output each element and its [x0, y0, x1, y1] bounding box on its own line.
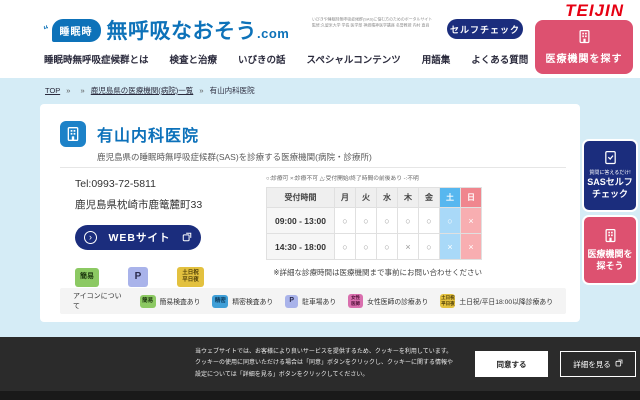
nav-item-tests-treatment[interactable]: 検査と治療 — [170, 52, 218, 66]
breadcrumb-separator: » — [81, 86, 85, 95]
schedule-cell-sunday: × — [461, 234, 482, 260]
schedule-col-header: 水 — [377, 188, 398, 208]
nav-item-glossary[interactable]: 用語集 — [422, 52, 451, 66]
main-nav: 睡眠時無呼吸症候群とは 検査と治療 いびきの話 スペシャルコンテンツ 用語集 よ… — [44, 52, 528, 66]
weekend-badge: 土日祝 平日夜 — [177, 267, 204, 287]
schedule-col-header: 受付時間 — [267, 188, 335, 208]
schedule-cell: ○ — [377, 208, 398, 234]
breadcrumb-top[interactable]: TOP — [45, 86, 60, 95]
female-doctor-badge: 女性 医師 — [348, 294, 363, 308]
detailed-test-badge: 精密 — [212, 295, 228, 308]
schedule-col-header: 月 — [335, 188, 356, 208]
clinic-info-column: Tel:0993-72-5811 鹿児島県枕崎市鹿篭麓町33 › WEBサイト … — [60, 174, 266, 287]
schedule-note: ※詳細な診療時間は医療機関まで事前にお問い合わせください — [266, 267, 482, 278]
logo-badge: 睡眠時 — [52, 19, 101, 42]
parking-badge: P — [128, 267, 148, 287]
schedule-table: 受付時間 月 火 水 木 金 土 日 09:00 - 13:00 ○ ○ ○ ○… — [266, 187, 482, 260]
icon-legend-item: 簡易 簡易検査あり — [140, 295, 201, 308]
schedule-col-header: 金 — [419, 188, 440, 208]
breadcrumb-separator: » — [199, 86, 203, 95]
nav-item-special-contents[interactable]: スペシャルコンテンツ — [307, 52, 401, 66]
hospital-icon — [603, 228, 618, 246]
clinic-card-head: 有山内科医院 — [60, 121, 199, 147]
schedule-cell: ○ — [377, 234, 398, 260]
schedule-cell: ○ — [419, 234, 440, 260]
hospital-icon — [577, 29, 592, 47]
website-button-label: WEBサイト — [97, 230, 182, 245]
teijin-logo: TEIJIN — [565, 1, 624, 21]
weekend-badge: 土日祝 平日夜 — [440, 294, 455, 308]
schedule-cell-saturday: ○ — [440, 208, 461, 234]
schedule-cell-sunday: × — [461, 208, 482, 234]
external-link-icon — [182, 230, 192, 245]
cookie-agree-button[interactable]: 同意する — [475, 351, 548, 377]
icon-legend-bar: アイコンについて 簡易 簡易検査あり 精密 精密検査あり P 駐車場あり 女性 … — [60, 288, 566, 314]
schedule-cell: ○ — [398, 208, 419, 234]
icon-legend-item: P 駐車場あり — [285, 295, 336, 308]
cookie-details-button[interactable]: 詳細を見る — [560, 351, 636, 377]
schedule-legend: ○:診療可 ×:診療不可 △:受付開始/終了時間の前後あり -:不明 — [266, 174, 482, 182]
schedule-col-header-sunday: 日 — [461, 188, 482, 208]
schedule-cell: ○ — [335, 208, 356, 234]
checklist-icon — [603, 150, 618, 168]
icon-legend-title: アイコンについて — [73, 291, 128, 311]
schedule-cell: ○ — [356, 234, 377, 260]
site-logo[interactable]: “ 睡眠時 無呼吸なおそう.com — [44, 15, 289, 45]
tagline-line2: 監修:久留米大学 学長 医学部 神経精神医学講座 名誉教授 内村 直尚 — [312, 23, 446, 29]
logo-sparkle-icon: “ — [42, 23, 51, 36]
parking-badge: P — [285, 295, 298, 308]
cookie-actions: 同意する 詳細を見る — [475, 351, 636, 377]
chevron-right-icon: › — [84, 231, 97, 244]
schedule-cell-saturday: × — [440, 234, 461, 260]
nav-item-snoring[interactable]: いびきの話 — [238, 52, 286, 66]
simple-test-badge: 簡易 — [140, 295, 156, 308]
schedule-cell: ○ — [356, 208, 377, 234]
breadcrumb: TOP » » 鹿児島県の医療機関(病院)一覧 » 有山内科医院 — [45, 85, 255, 96]
floating-find-medical-button[interactable]: 医療機関を探そう — [582, 215, 638, 285]
floating-sas-selfcheck-button[interactable]: 質問に答えるだけ! SASセルフチェック — [582, 139, 638, 212]
nav-item-about-sas[interactable]: 睡眠時無呼吸症候群とは — [44, 52, 149, 66]
selfcheck-button[interactable]: セルフチェック — [447, 19, 523, 39]
schedule-cell: ○ — [419, 208, 440, 234]
clinic-address: 鹿児島県枕崎市鹿篭麓町33 — [75, 197, 266, 212]
schedule-column: ○:診療可 ×:診療不可 △:受付開始/終了時間の前後あり -:不明 受付時間 … — [266, 174, 566, 287]
selfcheck-small-text: 質問に答えるだけ! — [589, 169, 630, 176]
cookie-text: 当ウェブサイトでは、お客様により良いサービスを提供するため、クッキーを利用してい… — [195, 347, 453, 381]
divider — [60, 167, 566, 168]
clinic-tel: Tel:0993-72-5811 — [75, 178, 266, 190]
schedule-col-header: 木 — [398, 188, 419, 208]
icon-legend-item: 精密 精密検査あり — [212, 295, 273, 308]
schedule-col-header: 火 — [356, 188, 377, 208]
selfcheck-label: SASセルフチェック — [584, 177, 636, 200]
clinic-card: 有山内科医院 鹿児島県の睡眠時無呼吸症候群(SAS)を診療する医療機関(病院・診… — [40, 104, 580, 322]
find-medical-label: 医療機関を探そう — [584, 249, 636, 272]
schedule-cell: ○ — [335, 234, 356, 260]
clinic-name: 有山内科医院 — [97, 122, 199, 146]
nav-item-faq[interactable]: よくある質問 — [471, 52, 528, 66]
breadcrumb-current: 有山内科医院 — [210, 86, 255, 95]
cookie-banner: 当ウェブサイトでは、お客様により良いサービスを提供するため、クッキーを利用してい… — [0, 337, 640, 400]
clinic-feature-badges: 簡易 P 土日祝 平日夜 — [75, 267, 266, 287]
page: “ 睡眠時 無呼吸なおそう.com いびきや睡眠時無呼吸症候群(SAS)に悩む方… — [0, 0, 640, 400]
schedule-cell: × — [398, 234, 419, 260]
clinic-building-icon — [60, 121, 86, 147]
find-medical-button[interactable]: 医療機関を探す — [535, 20, 633, 74]
breadcrumb-prefecture-list[interactable]: 鹿児島県の医療機関(病院)一覧 — [91, 86, 194, 95]
icon-legend-item: 女性 医師 女性医師の診療あり — [348, 294, 428, 308]
site-header: “ 睡眠時 無呼吸なおそう.com いびきや睡眠時無呼吸症候群(SAS)に悩む方… — [0, 0, 640, 78]
logo-text: 無呼吸なおそう.com — [107, 15, 290, 45]
icon-legend-item: 土日祝 平日夜 土日祝/平日18:00以降診療あり — [440, 294, 553, 308]
external-link-icon — [615, 359, 623, 369]
site-tagline: いびきや睡眠時無呼吸症候群(SAS)に悩む方のためのポータルサイト 監修:久留米… — [312, 17, 446, 29]
find-medical-label: 医療機関を探す — [546, 50, 623, 65]
website-button[interactable]: › WEBサイト — [75, 225, 201, 250]
schedule-time: 14:30 - 18:00 — [267, 234, 335, 260]
schedule-col-header-saturday: 土 — [440, 188, 461, 208]
breadcrumb-separator: » — [66, 86, 70, 95]
clinic-subtitle: 鹿児島県の睡眠時無呼吸症候群(SAS)を診療する医療機関(病院・診療所) — [97, 151, 372, 163]
clinic-card-body: Tel:0993-72-5811 鹿児島県枕崎市鹿篭麓町33 › WEBサイト … — [60, 174, 566, 287]
schedule-time: 09:00 - 13:00 — [267, 208, 335, 234]
simple-test-badge: 簡易 — [75, 268, 99, 287]
